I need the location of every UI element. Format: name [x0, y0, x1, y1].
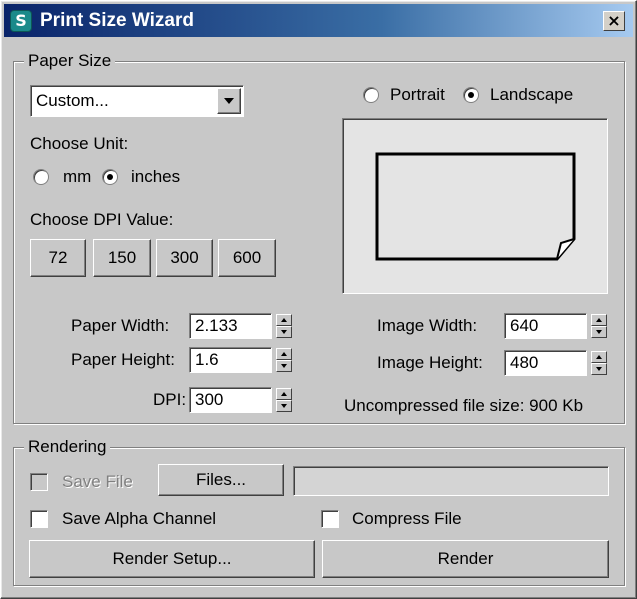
choose-dpi-label: Choose DPI Value:	[30, 210, 174, 229]
window-title: Print Size Wizard	[40, 10, 194, 31]
title-bar[interactable]: S Print Size Wizard ×	[4, 4, 633, 37]
image-height-spinner[interactable]	[591, 351, 607, 375]
close-button[interactable]: ×	[603, 11, 625, 31]
image-width-value: 640	[510, 316, 539, 335]
paper-size-select-value: Custom...	[36, 91, 109, 110]
dpi-72-button[interactable]: 72	[30, 239, 86, 277]
save-file-checkbox	[30, 473, 48, 491]
paper-height-spinner[interactable]	[276, 348, 292, 372]
rendering-group-label: Rendering	[24, 437, 111, 457]
uncompressed-file-size: Uncompressed file size: 900 Kb	[344, 396, 584, 415]
dpi-150-button[interactable]: 150	[93, 239, 151, 277]
paper-size-group-label: Paper Size	[24, 51, 116, 71]
paper-height-field[interactable]: 1.6	[189, 347, 272, 373]
paper-width-value: 2.133	[195, 316, 238, 335]
inches-label[interactable]: inches	[131, 167, 180, 187]
dpi-600-button[interactable]: 600	[218, 239, 276, 277]
image-width-field[interactable]: 640	[504, 313, 587, 339]
save-alpha-label[interactable]: Save Alpha Channel	[62, 509, 216, 529]
paper-width-field[interactable]: 2.133	[189, 313, 272, 339]
dpi-value: 300	[195, 390, 224, 409]
dpi-field[interactable]: 300	[189, 387, 272, 413]
compress-file-checkbox[interactable]	[321, 510, 339, 528]
image-height-field[interactable]: 480	[504, 350, 587, 376]
paper-size-select[interactable]: Custom...	[30, 85, 244, 117]
paper-height-value: 1.6	[195, 350, 219, 369]
inches-radio[interactable]	[102, 169, 118, 185]
portrait-radio[interactable]	[363, 87, 379, 103]
landscape-radio[interactable]	[463, 87, 479, 103]
landscape-label[interactable]: Landscape	[490, 85, 573, 105]
print-size-wizard-window: S Print Size Wizard × Paper Size Custom.…	[0, 0, 637, 599]
dpi-label: DPI:	[153, 390, 187, 409]
render-setup-button[interactable]: Render Setup...	[29, 540, 315, 578]
file-path-field[interactable]	[293, 466, 609, 496]
image-width-label: Image Width:	[377, 316, 478, 335]
save-file-label: Save File	[62, 472, 133, 491]
image-height-label: Image Height:	[377, 353, 483, 372]
page-outline-icon	[375, 152, 576, 261]
image-width-spinner[interactable]	[591, 314, 607, 338]
dpi-spinner[interactable]	[276, 388, 292, 412]
paper-width-spinner[interactable]	[276, 314, 292, 338]
render-button[interactable]: Render	[322, 540, 609, 578]
save-alpha-checkbox[interactable]	[30, 510, 48, 528]
mm-radio[interactable]	[33, 169, 49, 185]
paper-width-label: Paper Width:	[71, 316, 170, 335]
compress-file-label[interactable]: Compress File	[352, 509, 462, 529]
image-height-value: 480	[510, 353, 539, 372]
dropdown-arrow-icon[interactable]	[217, 88, 241, 114]
dpi-300-button[interactable]: 300	[156, 239, 213, 277]
paper-height-label: Paper Height:	[71, 350, 175, 369]
choose-unit-label: Choose Unit:	[30, 134, 129, 153]
app-icon: S	[10, 10, 32, 32]
paper-preview	[342, 118, 608, 294]
mm-label[interactable]: mm	[63, 167, 91, 187]
portrait-label[interactable]: Portrait	[390, 85, 445, 105]
files-button[interactable]: Files...	[158, 464, 284, 496]
